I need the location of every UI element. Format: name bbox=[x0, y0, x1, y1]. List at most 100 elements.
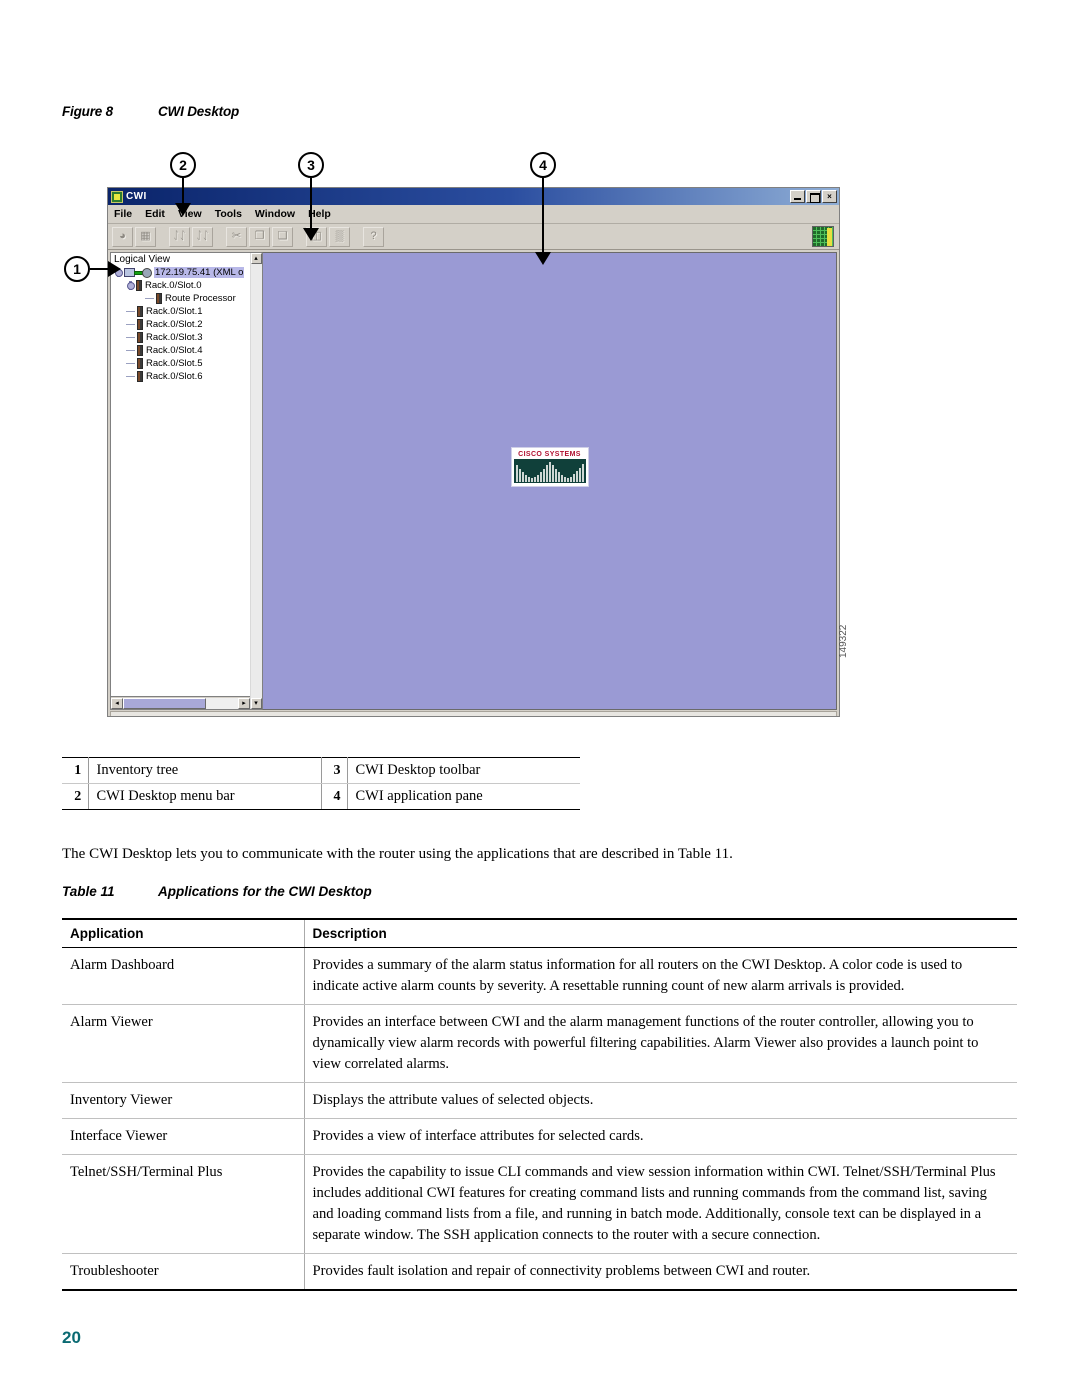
legend-label: CWI application pane bbox=[347, 783, 580, 810]
table-row: 1 Inventory tree 3 CWI Desktop toolbar bbox=[62, 757, 580, 784]
tree-item-label: Rack.0/Slot.6 bbox=[146, 371, 203, 382]
figure-legend-table: 1 Inventory tree 3 CWI Desktop toolbar 2… bbox=[62, 757, 580, 810]
application-name: Inventory Viewer bbox=[62, 1082, 305, 1119]
copy-icon[interactable]: ❐ bbox=[249, 226, 270, 247]
card-icon bbox=[137, 332, 143, 343]
menu-item-tools[interactable]: Tools bbox=[215, 208, 242, 220]
tree-connector bbox=[145, 298, 154, 299]
expand-handle-icon[interactable] bbox=[126, 281, 135, 290]
paste-icon[interactable]: ❑ bbox=[272, 226, 293, 247]
scroll-track[interactable] bbox=[123, 697, 238, 709]
page-number: 20 bbox=[62, 1328, 81, 1347]
close-button[interactable]: × bbox=[822, 190, 837, 203]
legend-number: 4 bbox=[321, 783, 348, 810]
legend-label: CWI Desktop toolbar bbox=[347, 757, 580, 784]
figure-title: CWI Desktop bbox=[158, 104, 240, 119]
card-icon bbox=[137, 371, 143, 382]
table-row: Inventory Viewer Displays the attribute … bbox=[62, 1082, 1017, 1119]
tree-content: Logical View 172.19.75.41 (XML o Rack.0/… bbox=[111, 253, 250, 696]
tree-item-slot-5[interactable]: Rack.0/Slot.5 bbox=[113, 357, 250, 370]
window-status-bar bbox=[110, 711, 837, 716]
menu-item-edit[interactable]: Edit bbox=[145, 208, 165, 220]
tree-item-label: Route Processor bbox=[165, 293, 236, 304]
tree-connector bbox=[126, 363, 135, 364]
application-description: Provides the capability to issue CLI com… bbox=[304, 1154, 1017, 1254]
applications-table: Application Description Alarm Dashboard … bbox=[62, 918, 1017, 1291]
tree-item-route-processor[interactable]: Route Processor bbox=[113, 292, 250, 305]
cwi-desktop-menu-bar: File Edit View Tools Window Help bbox=[108, 205, 839, 224]
scroll-down-icon[interactable]: ▾ bbox=[250, 698, 262, 709]
table-row: 2 CWI Desktop menu bar 4 CWI application… bbox=[62, 783, 580, 810]
tree-item-host[interactable]: 172.19.75.41 (XML o bbox=[113, 266, 250, 279]
find-icon[interactable]: ᛇᛇ bbox=[169, 226, 190, 247]
network-grid-icon[interactable] bbox=[812, 226, 834, 247]
legend-number: 2 bbox=[62, 783, 89, 810]
legend-label: CWI Desktop menu bar bbox=[88, 783, 322, 810]
window-controls: × bbox=[790, 190, 837, 203]
chart-icon[interactable]: ▦ bbox=[135, 226, 156, 247]
cut-icon[interactable]: ✂ bbox=[226, 226, 247, 247]
tree-item-label: Rack.0/Slot.5 bbox=[146, 358, 203, 369]
tree-connector bbox=[126, 350, 135, 351]
figure-label: Figure 8 bbox=[62, 104, 113, 119]
host-icon bbox=[124, 267, 152, 278]
tree-horizontal-scrollbar[interactable]: ◂ ▸ bbox=[111, 696, 250, 709]
table-label: Table 11 bbox=[62, 884, 115, 899]
window-title: CWI bbox=[126, 191, 147, 202]
scroll-track[interactable] bbox=[250, 264, 262, 698]
body-paragraph: The CWI Desktop lets you to communicate … bbox=[62, 846, 733, 862]
help-icon[interactable]: ? bbox=[363, 226, 384, 247]
callout-3-leader bbox=[310, 178, 312, 232]
tree-item-label: Rack.0/Slot.1 bbox=[146, 306, 203, 317]
tree-connector bbox=[126, 337, 135, 338]
callout-4-leader bbox=[542, 178, 544, 256]
open-icon[interactable]: ◕ bbox=[112, 226, 133, 247]
application-description: Displays the attribute values of selecte… bbox=[304, 1082, 1017, 1119]
tree-vertical-scrollbar[interactable]: ▴ ▾ bbox=[250, 252, 262, 710]
tree-item-slot-6[interactable]: Rack.0/Slot.6 bbox=[113, 370, 250, 383]
table-title: Applications for the CWI Desktop bbox=[158, 884, 372, 899]
application-description: Provides a summary of the alarm status i… bbox=[304, 947, 1017, 1005]
minimize-button[interactable] bbox=[790, 190, 805, 203]
cisco-bridge-graphic bbox=[513, 459, 586, 484]
scroll-right-icon[interactable]: ▸ bbox=[238, 697, 250, 709]
menu-item-file[interactable]: File bbox=[114, 208, 132, 220]
tree-item-slot-0[interactable]: Rack.0/Slot.0 bbox=[113, 279, 250, 292]
cwi-app-icon bbox=[111, 190, 123, 203]
application-description: Provides an interface between CWI and th… bbox=[304, 1004, 1017, 1083]
cwi-application-pane[interactable]: CISCO SYSTEMS bbox=[262, 252, 837, 710]
tree-root-label: Logical View bbox=[114, 254, 170, 265]
scroll-thumb[interactable] bbox=[123, 697, 206, 709]
table-row: Alarm Viewer Provides an interface betwe… bbox=[62, 1004, 1017, 1083]
table-caption: Table 11 Applications for the CWI Desktop bbox=[62, 884, 372, 899]
menu-item-window[interactable]: Window bbox=[255, 208, 295, 220]
tree-item-slot-4[interactable]: Rack.0/Slot.4 bbox=[113, 344, 250, 357]
tree-item-label: 172.19.75.41 (XML o bbox=[154, 267, 245, 278]
maximize-button[interactable] bbox=[806, 190, 821, 203]
callout-2-arrow bbox=[175, 203, 191, 216]
figure-id-number: 149322 bbox=[838, 624, 849, 658]
grid-icon[interactable]: ▒ bbox=[329, 226, 350, 247]
table-row: Telnet/SSH/Terminal Plus Provides the ca… bbox=[62, 1154, 1017, 1254]
card-icon bbox=[137, 345, 143, 356]
callout-1-arrow bbox=[108, 261, 121, 277]
scroll-left-icon[interactable]: ◂ bbox=[111, 697, 123, 709]
cwi-desktop-window: CWI × File Edit View Tools Window Help ◕… bbox=[107, 187, 840, 717]
card-icon bbox=[136, 280, 142, 291]
callout-4: 4 bbox=[530, 152, 556, 178]
application-name: Telnet/SSH/Terminal Plus bbox=[62, 1154, 305, 1254]
tree-connector bbox=[126, 376, 135, 377]
table-row: Alarm Dashboard Provides a summary of th… bbox=[62, 947, 1017, 1005]
application-description: Provides a view of interface attributes … bbox=[304, 1118, 1017, 1155]
tree-item-slot-3[interactable]: Rack.0/Slot.3 bbox=[113, 331, 250, 344]
find-next-icon[interactable]: ᛇᛇ bbox=[192, 226, 213, 247]
tree-item-label: Rack.0/Slot.4 bbox=[146, 345, 203, 356]
figure-caption: Figure 8 CWI Desktop bbox=[62, 104, 239, 119]
scroll-up-icon[interactable]: ▴ bbox=[250, 253, 262, 264]
tree-item-slot-2[interactable]: Rack.0/Slot.2 bbox=[113, 318, 250, 331]
tree-item-slot-1[interactable]: Rack.0/Slot.1 bbox=[113, 305, 250, 318]
card-icon bbox=[137, 319, 143, 330]
card-icon bbox=[137, 306, 143, 317]
callout-2: 2 bbox=[170, 152, 196, 178]
cisco-systems-logo: CISCO SYSTEMS bbox=[510, 447, 589, 488]
